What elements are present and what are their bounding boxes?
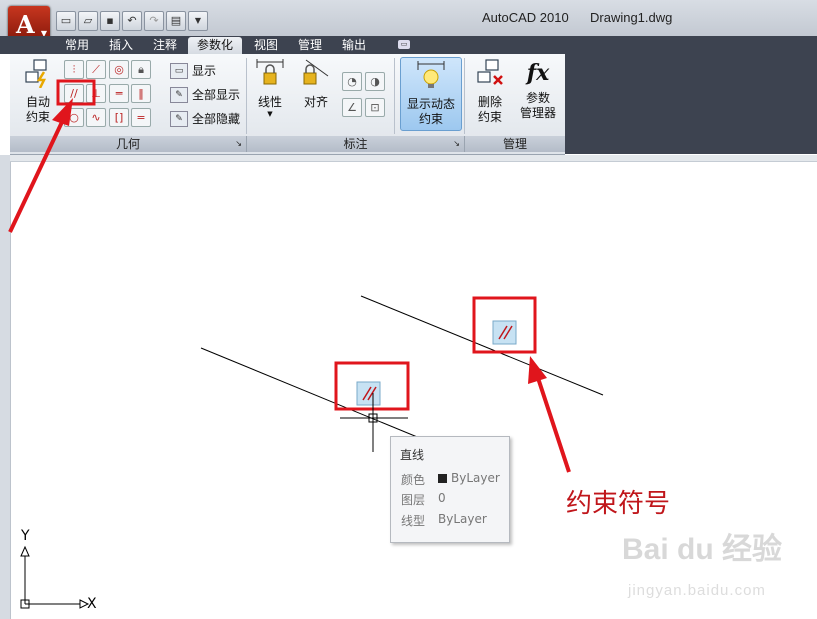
- color-swatch-icon: [438, 474, 447, 483]
- watermark-url: jingyan.baidu.com: [628, 582, 766, 599]
- tooltip-color-text: ByLayer: [451, 471, 500, 485]
- parallel-constraint-glyph-1[interactable]: [356, 381, 381, 406]
- entity-tooltip: 直线 颜色 ByLayer 图层 0 线型 ByLayer: [390, 436, 510, 543]
- ucs-y-label: Y: [21, 528, 30, 544]
- line-entity-2[interactable]: [360, 295, 604, 396]
- baidu-watermark: Bai du 经验: [622, 533, 783, 566]
- tooltip-linetype-value: ByLayer: [438, 512, 487, 526]
- annotation-arrow-to-glyph: [528, 356, 571, 473]
- tooltip-linetype-label: 线型: [401, 514, 426, 528]
- tooltip-color-value: ByLayer: [438, 471, 500, 485]
- annotation-label: 约束符号: [566, 489, 671, 519]
- tooltip-layer-value: 0: [438, 491, 446, 505]
- parallel-constraint-glyph-2[interactable]: [492, 320, 517, 345]
- tooltip-layer-label: 图层: [401, 493, 426, 507]
- tooltip-color-label: 颜色: [401, 473, 426, 487]
- highlight-box-parallel-button: [56, 79, 96, 106]
- ucs-icon: [20, 545, 90, 609]
- tooltip-title: 直线: [400, 448, 425, 462]
- annotation-arrow-to-ribbon: [8, 98, 73, 233]
- ucs-x-label: X: [87, 596, 97, 612]
